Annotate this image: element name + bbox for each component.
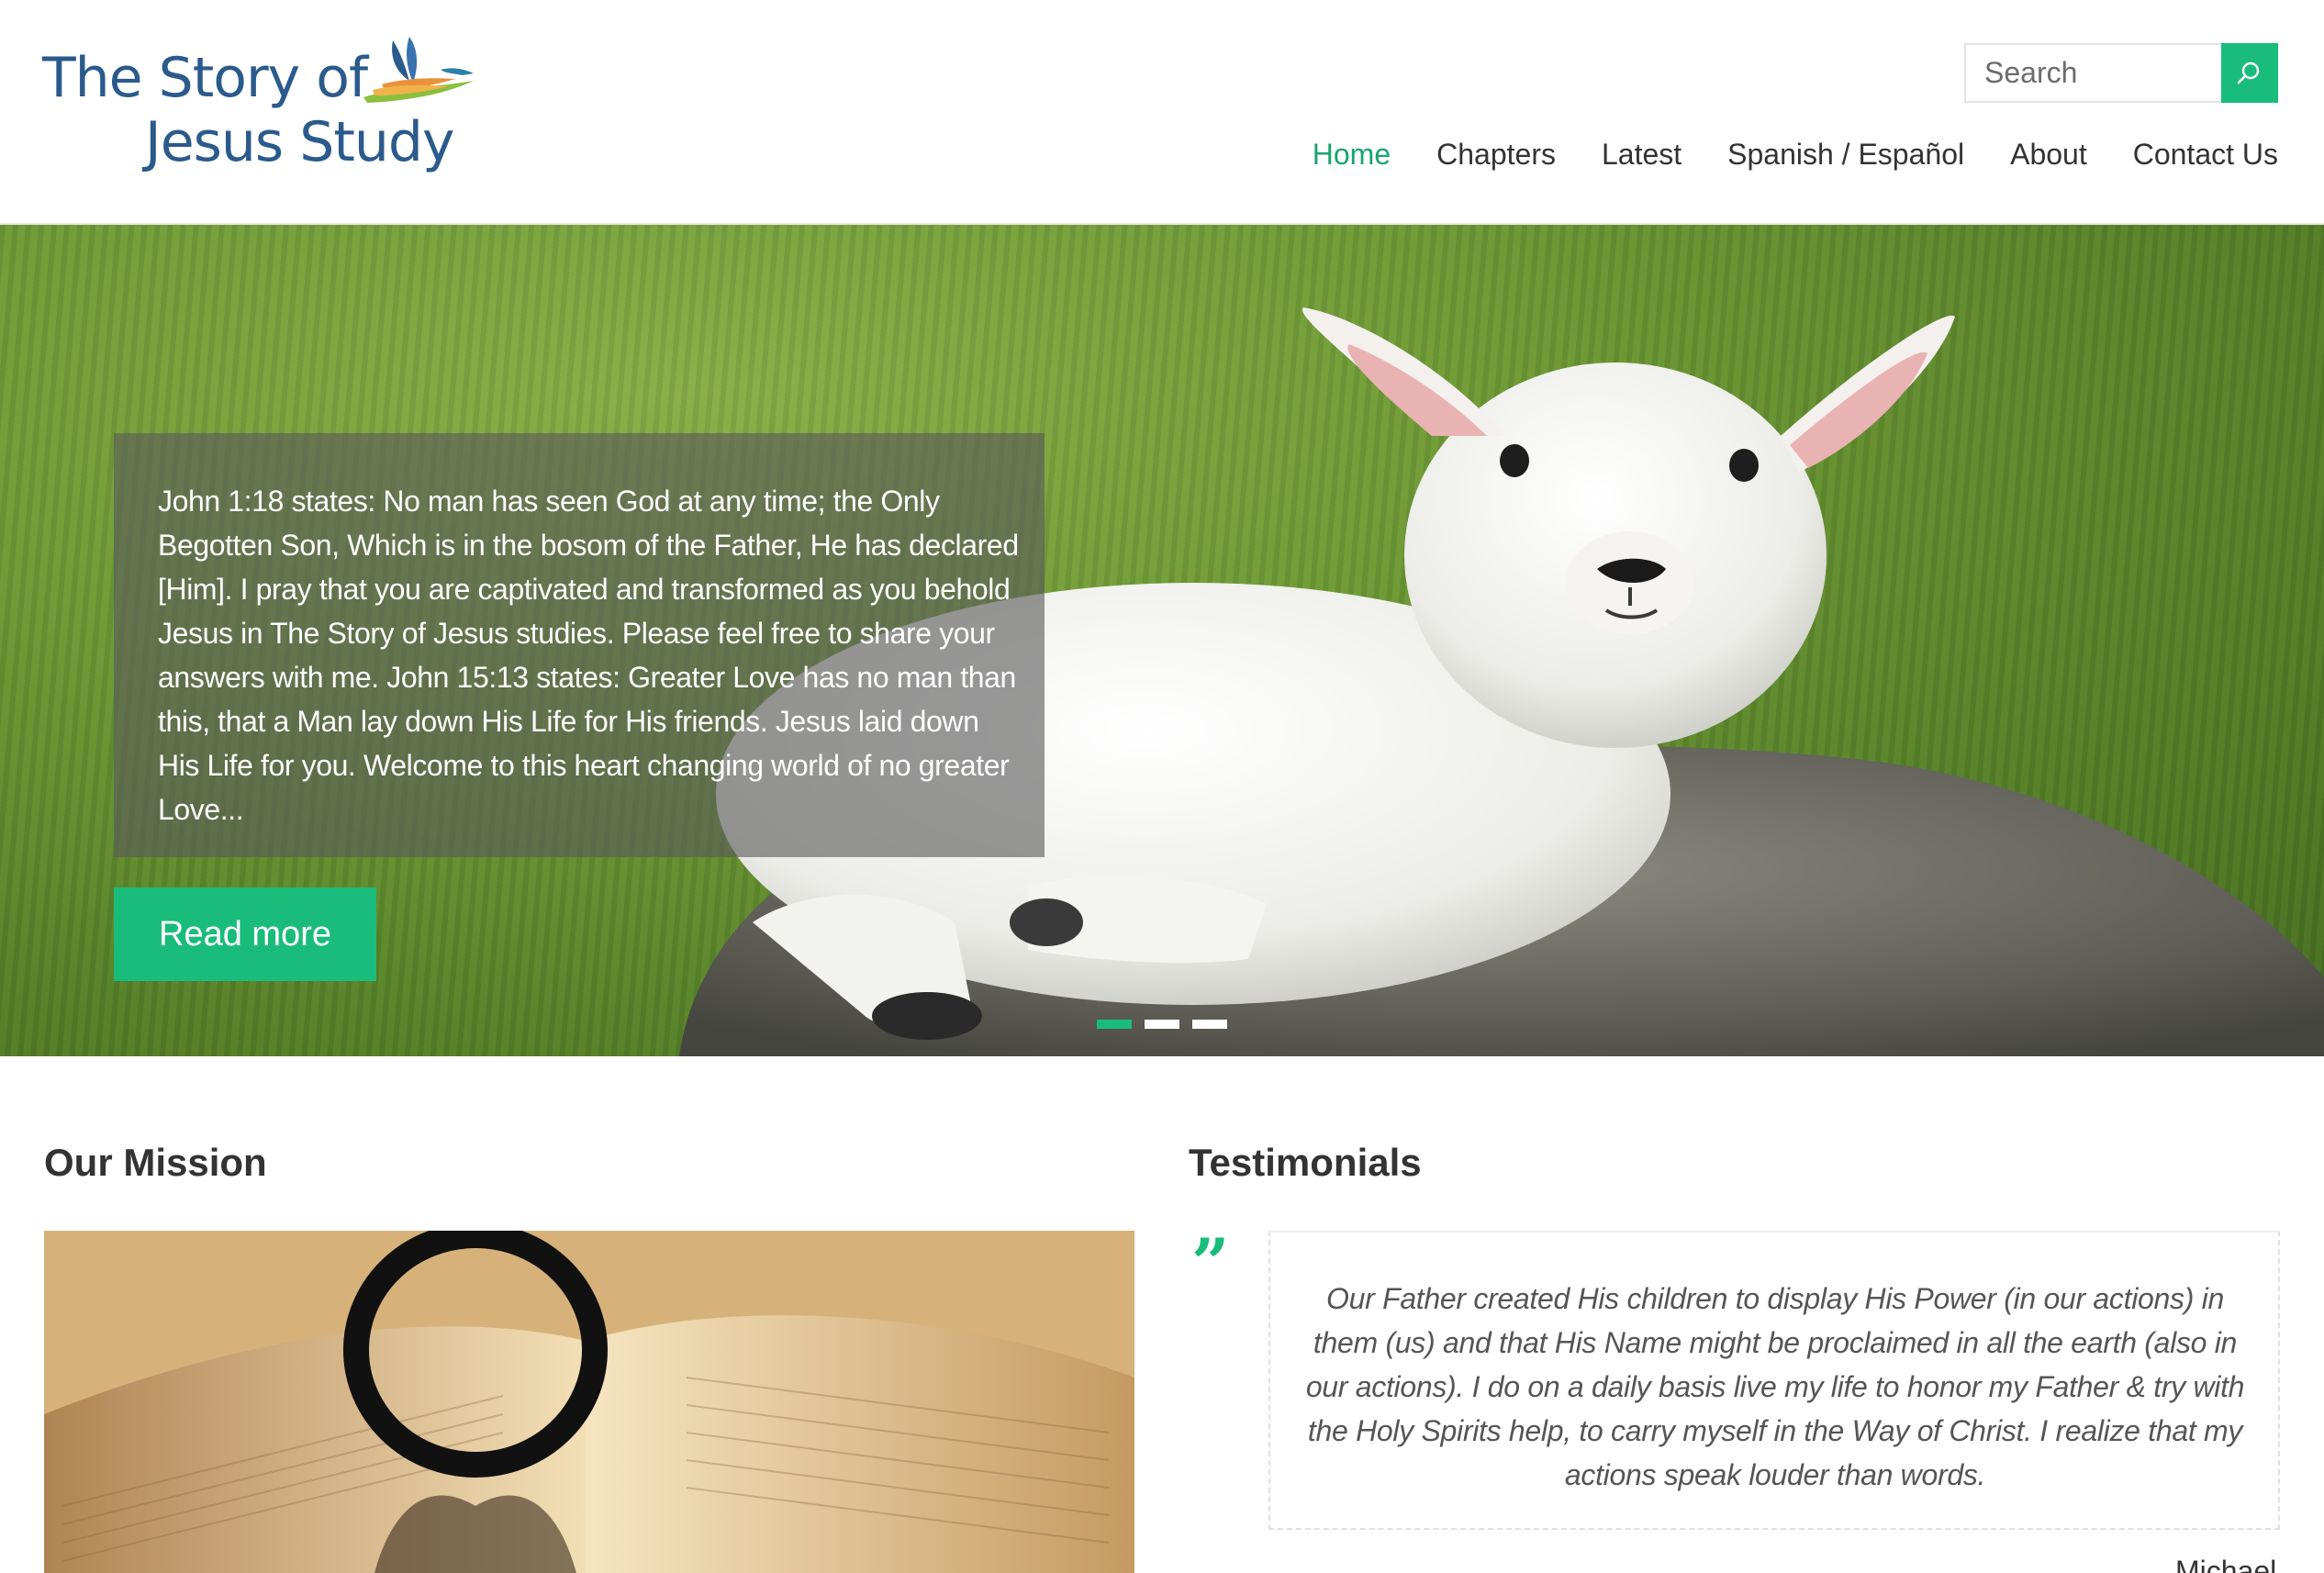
testimonial-quote: Our Father created His children to displ…	[1305, 1282, 2245, 1491]
mission-heading: Our Mission	[44, 1141, 267, 1184]
read-more-button[interactable]: Read more	[114, 887, 376, 981]
site-logo[interactable]: The Story of Jesus Study	[42, 33, 474, 180]
nav-chapters[interactable]: Chapters	[1436, 138, 1556, 172]
search-input[interactable]	[1966, 45, 2223, 101]
hero-slider: John 1:18 states: No man has seen God at…	[0, 225, 2324, 1056]
testimonials-heading: Testimonials	[1189, 1141, 1422, 1184]
slider-dot-1[interactable]	[1097, 1020, 1132, 1029]
bible-magnifier-illustration	[44, 1231, 1134, 1573]
main-nav: Home Chapters Latest Spanish / Español A…	[1313, 138, 2278, 172]
mission-bible-image	[44, 1231, 1134, 1573]
hero-caption-text: John 1:18 states: No man has seen God at…	[158, 485, 1019, 826]
testimonial-card: Our Father created His children to displ…	[1268, 1231, 2280, 1530]
slider-dot-2[interactable]	[1145, 1020, 1179, 1029]
search-icon	[2237, 61, 2260, 84]
nav-home[interactable]: Home	[1313, 138, 1391, 172]
search-button[interactable]	[2221, 43, 2278, 103]
testimonial-author: Michael	[2175, 1555, 2277, 1573]
logo-text-line1: The Story of	[42, 46, 368, 110]
nav-about[interactable]: About	[2010, 138, 2087, 172]
slider-dot-3[interactable]	[1192, 1020, 1227, 1029]
dove-logo-icon	[363, 37, 474, 103]
hero-caption-box: John 1:18 states: No man has seen God at…	[114, 433, 1045, 857]
nav-latest[interactable]: Latest	[1602, 138, 1682, 172]
slider-pagination	[1097, 1020, 1227, 1029]
nav-contact[interactable]: Contact Us	[2133, 138, 2278, 172]
quote-icon: ”	[1191, 1223, 1230, 1301]
site-header: The Story of Jesus Study Home Chapters L…	[0, 0, 2324, 225]
nav-spanish[interactable]: Spanish / Español	[1727, 138, 1964, 172]
search-box	[1964, 43, 2278, 103]
